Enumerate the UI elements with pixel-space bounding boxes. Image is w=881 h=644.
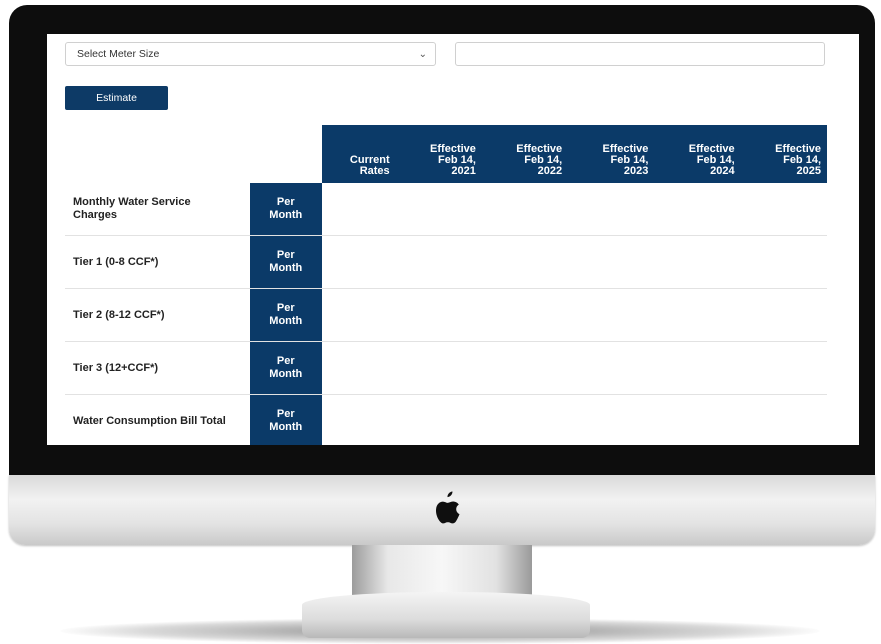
row-label: Water Consumption Bill Total (65, 394, 250, 445)
table-cell (481, 235, 569, 289)
row-unit: Per Month (249, 394, 322, 445)
table-cell (481, 288, 569, 342)
column-header-2021: Effective Feb 14, 2021 (395, 125, 482, 183)
table-cell (654, 183, 741, 236)
table-cell (395, 341, 482, 395)
table-cell (395, 288, 482, 342)
table-cell (740, 341, 827, 395)
table-cell (568, 288, 655, 342)
column-header-current-rates: Current Rates (321, 125, 396, 183)
table-cell (321, 394, 396, 445)
row-unit: Per Month (249, 341, 322, 395)
table-cell (481, 341, 569, 395)
row-unit: Per Month (249, 183, 322, 236)
table-row: Tier 2 (8-12 CCF*) Per Month (65, 288, 827, 342)
table-cell (740, 288, 827, 342)
estimate-result-field[interactable] (455, 42, 825, 66)
row-unit: Per Month (249, 235, 322, 289)
table-cell (395, 183, 482, 236)
table-row: Tier 3 (12+CCF*) Per Month (65, 341, 827, 395)
table-cell (740, 183, 827, 236)
header-blank-cell (65, 125, 250, 183)
table-row: Tier 1 (0-8 CCF*) Per Month (65, 235, 827, 289)
table-cell (481, 183, 569, 236)
table-cell (654, 341, 741, 395)
row-label: Monthly Water Service Charges (65, 183, 250, 236)
table-cell (321, 288, 396, 342)
table-cell (654, 235, 741, 289)
table-cell (568, 394, 655, 445)
row-unit: Per Month (249, 288, 322, 342)
table-row: Water Consumption Bill Total Per Month (65, 394, 827, 445)
apple-logo-icon (436, 491, 460, 524)
table-cell (395, 235, 482, 289)
table-cell (568, 235, 655, 289)
row-label: Tier 1 (0-8 CCF*) (65, 235, 250, 289)
column-header-2025: Effective Feb 14, 2025 (740, 125, 827, 183)
table-cell (321, 183, 396, 236)
table-header-row: Current Rates Effective Feb 14, 2021 Effect… (65, 125, 827, 183)
table-cell (654, 288, 741, 342)
table-row: Monthly Water Service Charges Per Month (65, 183, 827, 236)
table-cell (321, 235, 396, 289)
header-blank-cell (249, 125, 322, 183)
table-cell (321, 341, 396, 395)
table-cell (740, 394, 827, 445)
chevron-down-icon: ⌄ (418, 48, 427, 60)
estimate-button[interactable]: Estimate (65, 86, 168, 110)
column-header-2024: Effective Feb 14, 2024 (654, 125, 741, 183)
row-label: Tier 2 (8-12 CCF*) (65, 288, 250, 342)
table-cell (395, 394, 482, 445)
rates-table: Current Rates Effective Feb 14, 2021 Effect… (65, 125, 827, 445)
row-label: Tier 3 (12+CCF*) (65, 341, 250, 395)
screen: Select Meter Size ⌄ Estimate Current Rate… (47, 34, 859, 445)
table-cell (568, 341, 655, 395)
column-header-2023: Effective Feb 14, 2023 (568, 125, 655, 183)
column-header-2022: Effective Feb 14, 2022 (481, 125, 569, 183)
monitor-stand-foot (302, 592, 590, 638)
monitor-stand-neck (352, 545, 532, 595)
table-cell (740, 235, 827, 289)
meter-size-select-value: Select Meter Size (77, 48, 160, 60)
meter-size-select[interactable]: Select Meter Size ⌄ (65, 42, 436, 66)
table-cell (481, 394, 569, 445)
table-cell (654, 394, 741, 445)
table-cell (568, 183, 655, 236)
